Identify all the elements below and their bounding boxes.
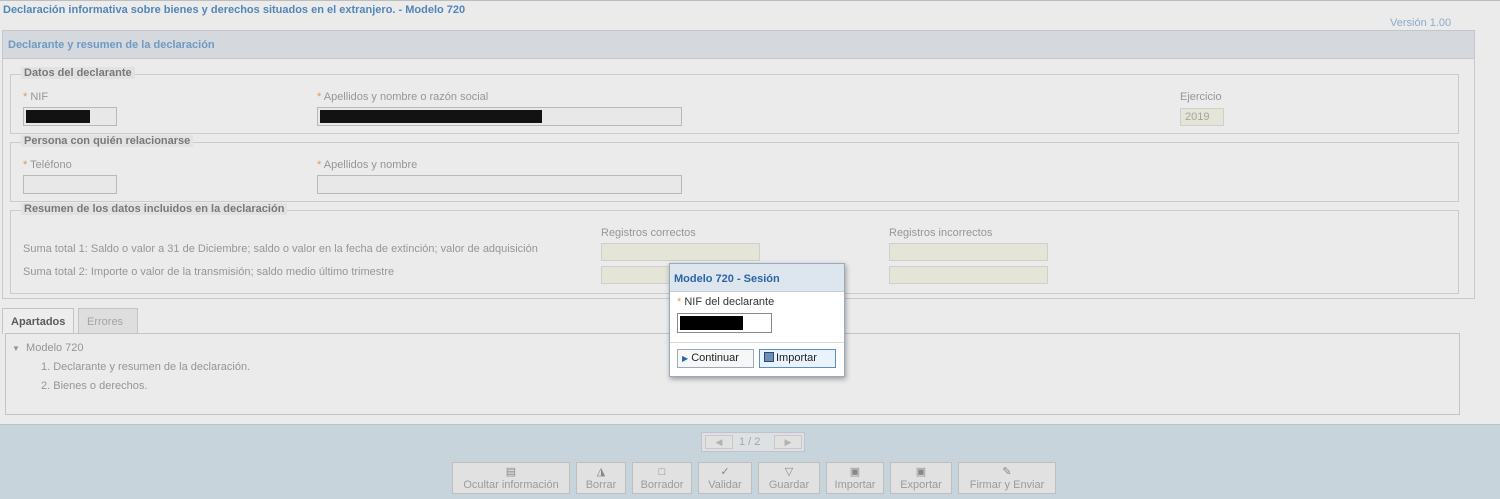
import-icon bbox=[764, 352, 774, 362]
redacted-dialog-nif bbox=[680, 316, 743, 330]
play-arrow-icon: ▶ bbox=[682, 354, 689, 363]
session-dialog: Modelo 720 - Sesión * NIF del declarante… bbox=[669, 263, 845, 377]
dialog-nif-label: * NIF del declarante bbox=[677, 296, 775, 308]
dialog-title: Modelo 720 - Sesión bbox=[670, 264, 844, 292]
modal-backdrop bbox=[0, 0, 1500, 499]
continuar-button[interactable]: ▶ Continuar bbox=[677, 349, 754, 368]
dialog-importar-button[interactable]: Importar bbox=[759, 349, 836, 368]
